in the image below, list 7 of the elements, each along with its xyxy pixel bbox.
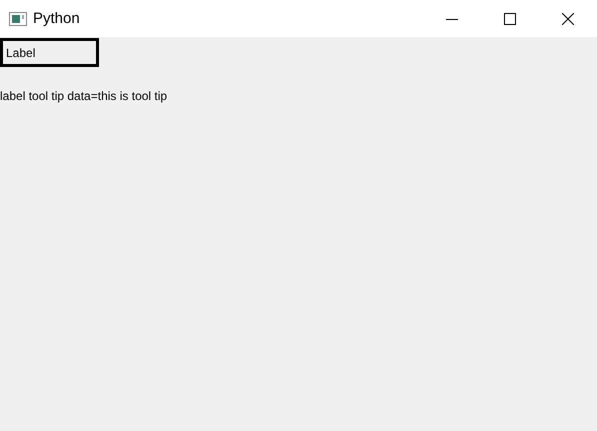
- minimize-icon: [446, 18, 458, 20]
- close-icon: [562, 12, 574, 24]
- label-box: Label: [0, 38, 99, 67]
- window-title: Python: [33, 10, 81, 27]
- app-icon: [9, 12, 27, 26]
- output-text: label tool tip data=this is tool tip: [0, 89, 168, 103]
- maximize-icon: [504, 12, 516, 24]
